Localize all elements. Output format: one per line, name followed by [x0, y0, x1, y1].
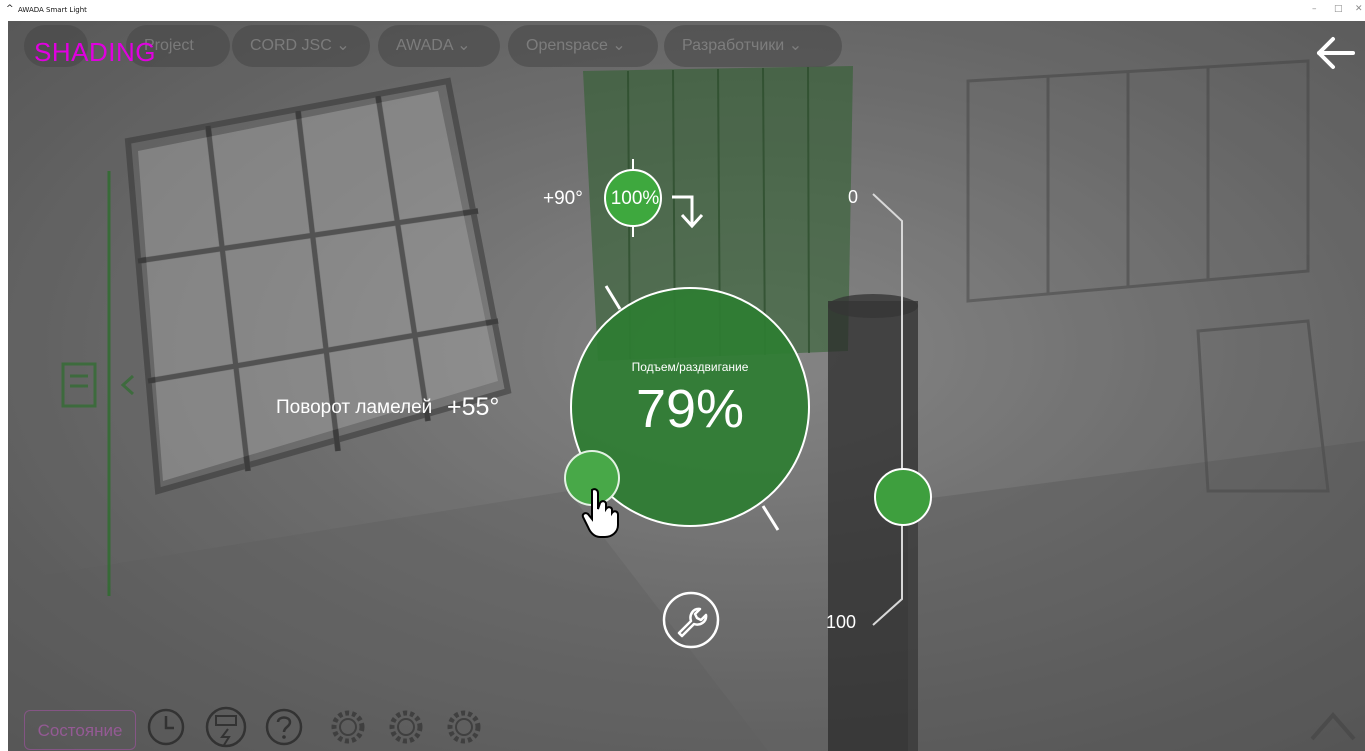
lift-value: 79% — [635, 379, 745, 439]
slider-thumb[interactable] — [874, 468, 932, 526]
window-titlebar: ^ AWADA Smart Light – □ ✕ — [0, 0, 1365, 21]
slider-max-label: 100 — [826, 612, 857, 632]
lamella-max-angle: +90° — [543, 188, 583, 209]
clock-icon[interactable] — [146, 707, 186, 747]
breadcrumb-label: AWADA — [396, 37, 453, 54]
arrow-left-icon[interactable] — [1313, 33, 1357, 73]
breadcrumb-awada[interactable]: AWADA ⌄ — [378, 25, 500, 67]
slider-min-label: 0 — [848, 187, 859, 207]
minimize-button[interactable]: – — [1312, 4, 1317, 14]
gear-2-icon[interactable] — [384, 705, 428, 749]
chevron-down-icon: ⌄ — [612, 37, 626, 54]
app-logo-icon: ^ — [6, 4, 14, 14]
lamella-label: Поворот ламелей — [276, 397, 433, 418]
help-icon[interactable] — [264, 707, 304, 747]
gear-1-icon[interactable] — [326, 705, 370, 749]
room-view: Project CORD JSC ⌄ AWADA ⌄ Openspace ⌄ Р… — [8, 21, 1365, 751]
close-button[interactable]: ✕ — [1355, 4, 1363, 14]
power-meter-icon[interactable] — [204, 705, 248, 749]
lamella-max-percent[interactable]: 100% — [606, 188, 664, 210]
page-title: SHADING — [34, 37, 156, 67]
turn-down-arrow-icon[interactable] — [670, 193, 714, 231]
breadcrumb-label: Openspace — [526, 37, 608, 54]
chevron-down-icon: ⌄ — [457, 37, 471, 54]
chevron-down-icon: ⌄ — [788, 37, 803, 54]
status-button[interactable]: Состояние — [24, 710, 136, 750]
wrench-icon[interactable] — [661, 591, 721, 649]
chevron-up-icon[interactable] — [1308, 709, 1358, 743]
lamella-angle: +55° — [447, 393, 500, 421]
breadcrumb-company[interactable]: CORD JSC ⌄ — [232, 25, 370, 67]
gear-3-icon[interactable] — [442, 705, 486, 749]
breadcrumb-label: Разработчики — [682, 37, 785, 54]
breadcrumb-openspace[interactable]: Openspace ⌄ — [508, 25, 658, 67]
maximize-button[interactable]: □ — [1334, 4, 1343, 14]
breadcrumb-label: CORD JSC — [250, 37, 332, 54]
slider-track[interactable] — [868, 189, 908, 629]
lift-label: Подъем/раздвигание — [631, 360, 749, 374]
hand-pointer-icon — [581, 488, 619, 538]
breadcrumb-developers[interactable]: Разработчики ⌄ — [664, 25, 842, 67]
window-title: AWADA Smart Light — [18, 6, 87, 14]
chevron-down-icon: ⌄ — [336, 37, 350, 54]
